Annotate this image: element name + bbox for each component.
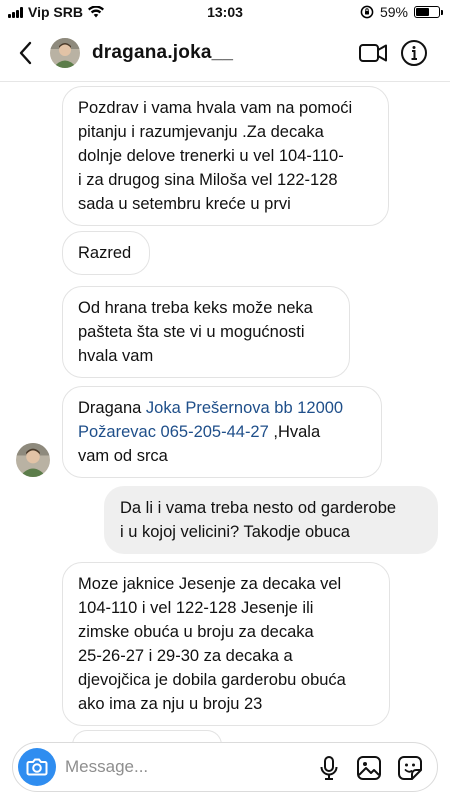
battery-icon <box>414 6 443 18</box>
chat-header: dragana.joka__ <box>0 26 450 82</box>
message-line: zimske obuća u broju za decaka <box>78 623 314 641</box>
message-line: Da li i vama treba nesto od garderobe <box>120 499 397 517</box>
message-line: Požarevac 065-205-44-27 ,Hvala <box>78 420 366 444</box>
address-link[interactable]: Joka Prešernova bb 12000 <box>146 399 343 417</box>
video-call-icon[interactable] <box>358 40 388 66</box>
camera-button[interactable] <box>18 748 56 786</box>
phone-link[interactable]: Požarevac 065-205-44-27 <box>78 423 269 441</box>
message-bubble-incoming[interactable]: Dragana Joka Prešernova bb 12000 Požarev… <box>62 386 382 478</box>
message-line: i za drugog sina Miloša vel 122-128 <box>78 171 338 189</box>
status-bar: Vip SRB 13:03 59% <box>0 0 450 26</box>
message-line: djevojčica je dobila garderobu obuća <box>78 671 346 689</box>
avatar[interactable] <box>50 38 80 68</box>
message-text: Dragana <box>78 399 146 417</box>
battery-percent: 59% <box>379 4 408 20</box>
message-line: 104-110 i vel 122-128 Jesenje ili <box>78 599 314 617</box>
message-line: vam od srca <box>78 447 168 465</box>
message-input[interactable] <box>65 754 265 780</box>
message-line: i u kojoj velicini? Takodje obuca <box>120 523 350 541</box>
chat-username[interactable]: dragana.joka__ <box>92 42 233 64</box>
message-bubble-incoming[interactable]: Moze jaknice Jesenje za decaka vel 104-1… <box>62 562 390 726</box>
message-line: Dragana Joka Prešernova bb 12000 <box>78 396 366 420</box>
message-line: Pozdrav i vama hvala vam na pomoći <box>78 99 353 117</box>
back-icon[interactable] <box>14 38 38 68</box>
message-bubble-incoming[interactable]: Od hrana treba keks može neka pašteta št… <box>62 286 350 378</box>
battery-fill <box>416 8 429 16</box>
orientation-lock-icon <box>360 5 374 19</box>
message-line: hvala vam <box>78 347 154 365</box>
message-line: ako ima za nju u broju 23 <box>78 695 263 713</box>
gallery-icon[interactable] <box>355 754 383 782</box>
message-line: sada u setembru kreće u prvi <box>78 195 291 213</box>
status-right: 59% <box>360 4 443 20</box>
message-line: Od hrana treba keks može neka <box>78 299 313 317</box>
message-line: pitanju i razumjevanju .Za decaka <box>78 123 324 141</box>
message-line: pašteta šta ste vi u mogućnosti <box>78 323 305 341</box>
message-bubble-outgoing[interactable]: Da li i vama treba nesto od garderobe i … <box>104 486 438 554</box>
message-line: 25-26-27 i 29-30 za decaka a <box>78 647 293 665</box>
message-bubble-incoming[interactable]: Pozdrav i vama hvala vam na pomoći pitan… <box>62 86 389 226</box>
message-text: ,Hvala <box>268 423 321 441</box>
sender-avatar[interactable] <box>16 443 50 477</box>
message-line: Razred <box>78 244 132 262</box>
message-line: dolnje delove trenerki u vel 104-110- <box>78 147 344 165</box>
message-bubble-incoming[interactable]: Razred <box>62 231 150 275</box>
message-line: Moze jaknice Jesenje za decaka vel <box>78 575 342 593</box>
message-composer <box>12 742 438 792</box>
camera-icon <box>26 758 48 776</box>
info-icon[interactable] <box>400 39 428 67</box>
microphone-icon[interactable] <box>315 754 343 782</box>
sticker-icon[interactable] <box>396 754 424 782</box>
